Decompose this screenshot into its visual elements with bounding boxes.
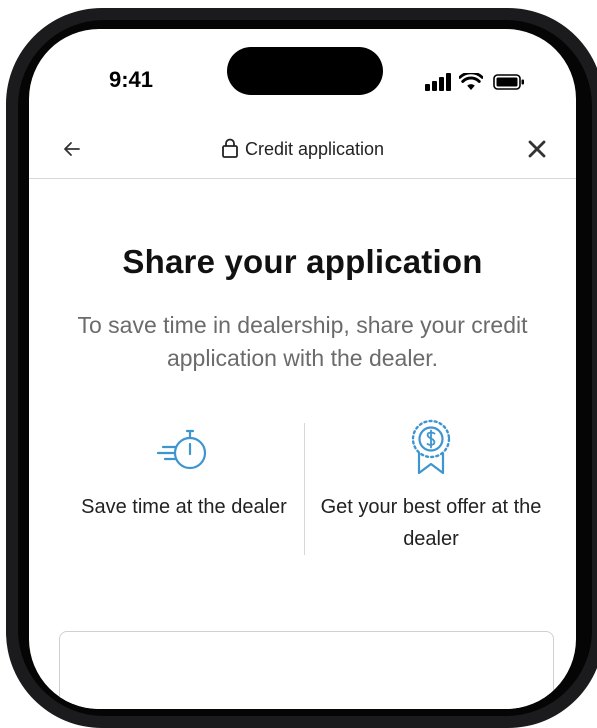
feature-save-time: Save time at the dealer	[59, 417, 309, 523]
nav-title: Credit application	[29, 138, 576, 160]
feature-best-offer: Get your best offer at the dealer	[306, 417, 556, 555]
phone-screen: 9:41 Credit application Share your appli…	[29, 29, 576, 709]
nav-title-label: Credit application	[244, 139, 385, 159]
status-bar: 9:41	[29, 29, 576, 119]
feature-save-time-label: Save time at the dealer	[81, 496, 287, 518]
cellular-signal-icon	[425, 73, 451, 91]
dynamic-island	[227, 47, 383, 95]
stopwatch-icon	[156, 429, 207, 470]
close-icon[interactable]	[524, 136, 550, 162]
wifi-icon	[459, 73, 483, 90]
nav-bar: Credit application	[29, 124, 576, 179]
award-ribbon-dollar-icon	[411, 419, 451, 475]
status-time: 9:41	[109, 67, 154, 92]
battery-icon	[493, 74, 524, 90]
feature-best-offer-label: Get your best offer at the dealer	[320, 496, 542, 550]
features-divider	[304, 423, 305, 555]
lock-icon	[222, 138, 238, 158]
share-option-card[interactable]	[59, 631, 554, 709]
page-description: To save time in dealership, share your c…	[77, 312, 528, 371]
page-title: Share your application	[122, 243, 483, 280]
features-section: Save time at the dealer Get your best of…	[29, 417, 576, 557]
